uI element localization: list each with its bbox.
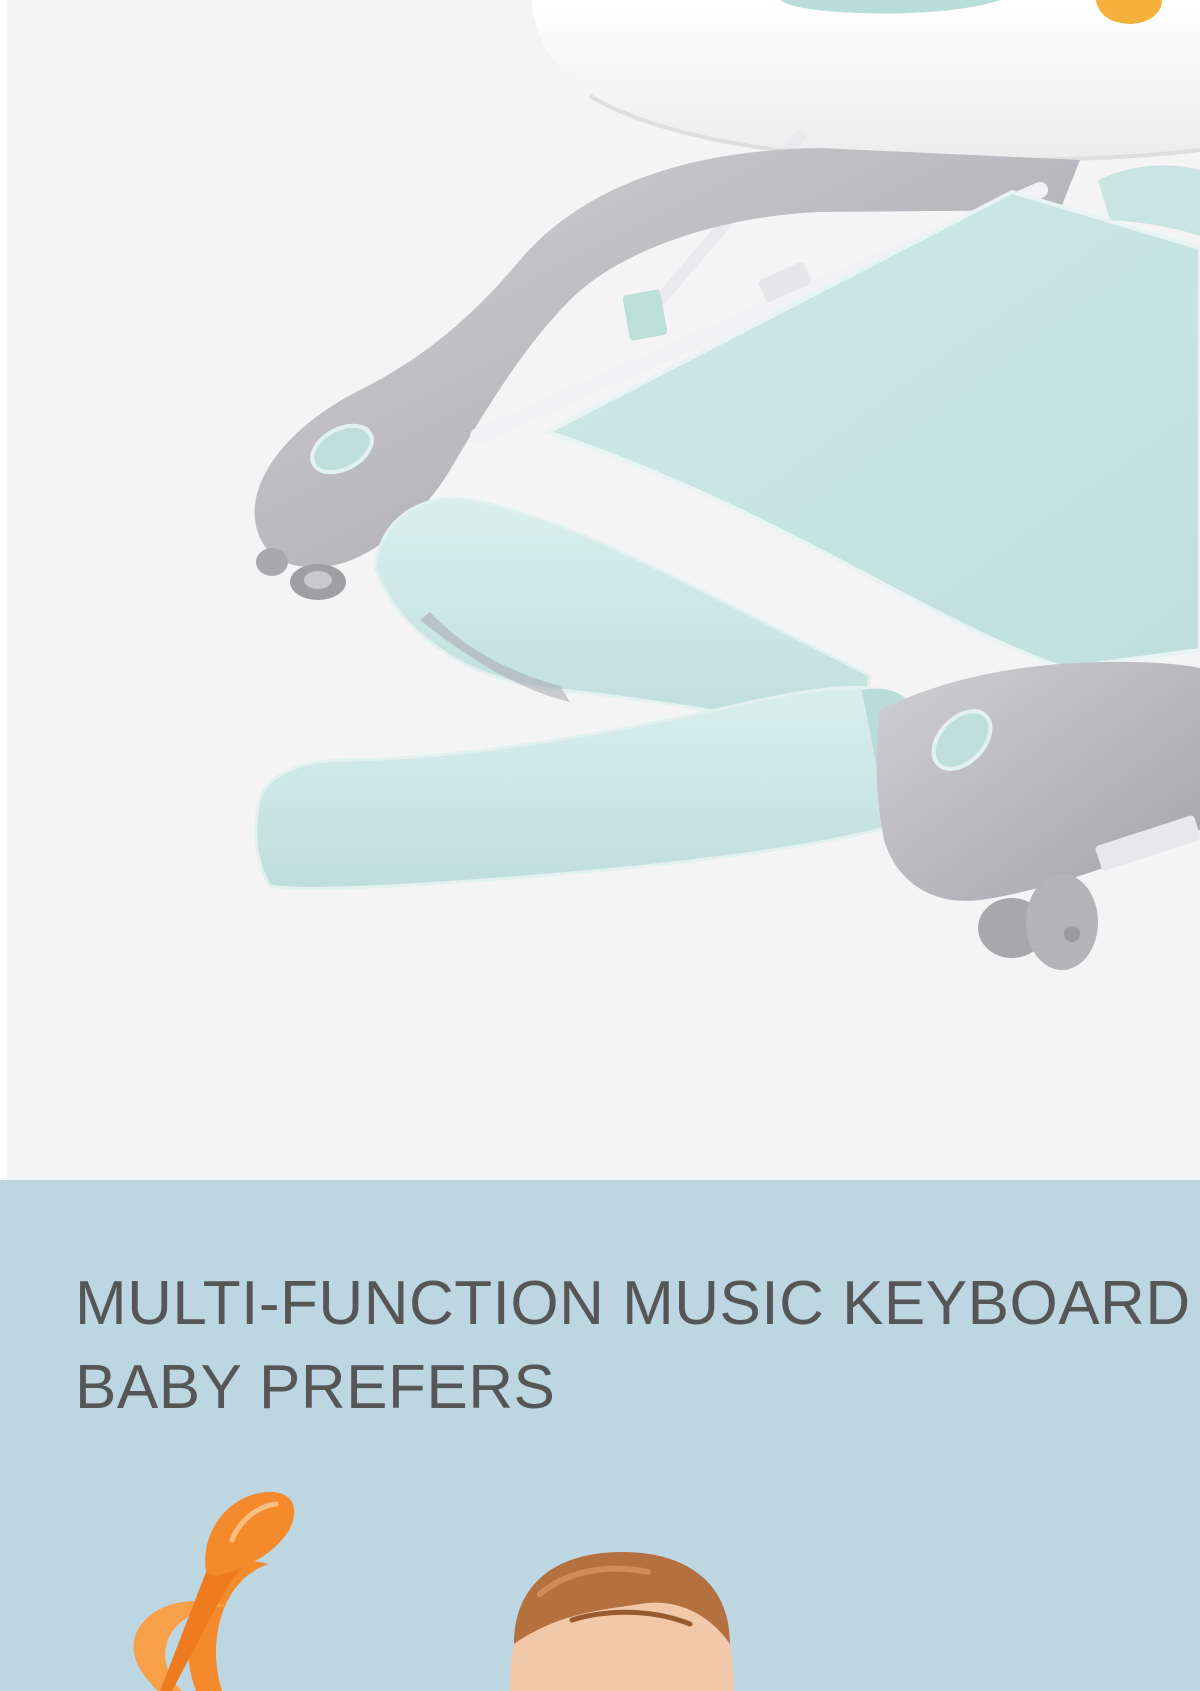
feature-section: MULTI-FUNCTION MUSIC KEYBOARD BABY PREFE… <box>0 1180 1200 1691</box>
feature-title: MULTI-FUNCTION MUSIC KEYBOARD BABY PREFE… <box>75 1262 1191 1430</box>
feature-title-line-2: BABY PREFERS <box>75 1353 556 1422</box>
product-photo-panel <box>0 0 1200 1180</box>
frame-clip <box>622 289 668 341</box>
baby-walker-product-photo <box>0 0 1200 1180</box>
feature-artwork <box>0 1180 1200 1691</box>
feature-title-line-1: MULTI-FUNCTION MUSIC KEYBOARD <box>75 1269 1191 1338</box>
